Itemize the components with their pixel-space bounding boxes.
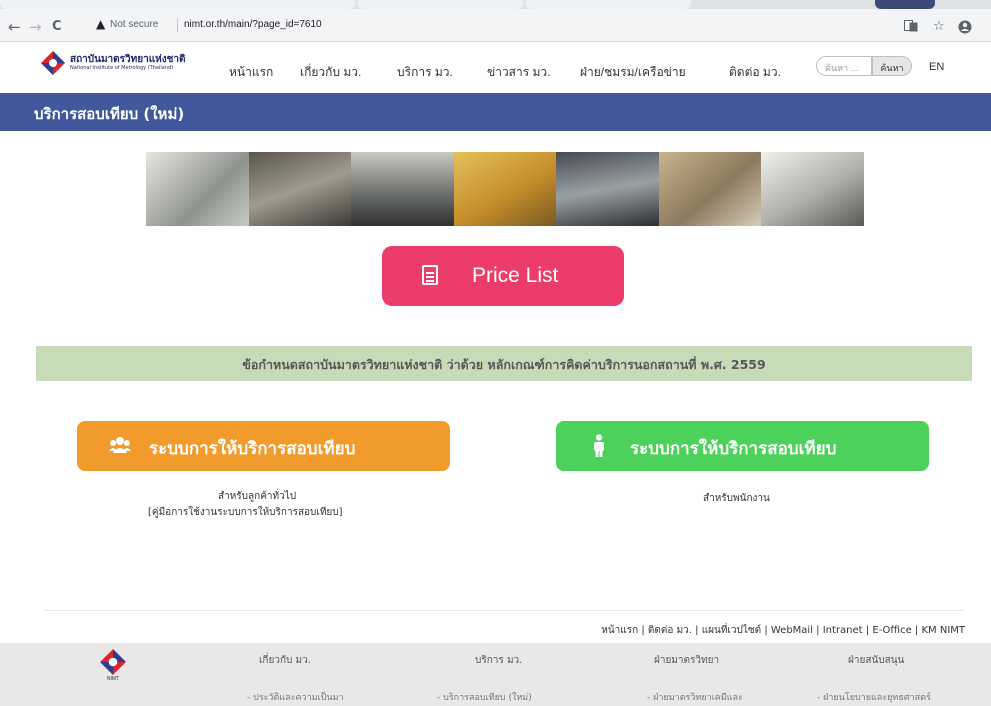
warning-icon: ▲ — [96, 17, 106, 31]
staff-calibration-label: ระบบการให้บริการสอบเทียบ — [630, 439, 837, 459]
nav-item-news[interactable]: ข่าวสาร มว. — [487, 63, 551, 82]
person-icon — [594, 434, 604, 457]
tab-strip — [0, 0, 991, 9]
logo-emblem-icon — [100, 649, 126, 675]
footer-link-eoffice[interactable]: E-Office — [872, 625, 911, 636]
announcement-banner[interactable]: ข้อกำหนดสถาบันมาตรวิทยาแห่งชาติ ว่าด้วย … — [36, 346, 972, 381]
language-switch[interactable]: EN — [929, 61, 944, 73]
divider — [177, 18, 178, 32]
staff-caption: สำหรับพนักงาน — [703, 493, 770, 504]
footer-link-calibration[interactable]: - บริการสอบเทียบ (ใหม่) — [437, 690, 532, 704]
price-list-label: Price List — [472, 264, 559, 287]
footer-link-chem-metrology[interactable]: - ฝ่ายมาตรวิทยาเคมีและ — [647, 690, 743, 704]
footer-heading-services: บริการ มว. — [475, 655, 523, 666]
reload-icon[interactable]: C — [52, 18, 62, 36]
footer-link-km[interactable]: KM NIMT — [921, 625, 965, 636]
logo-english-name: National Institute of Metrology (Thailan… — [70, 65, 174, 71]
staff-calibration-button[interactable]: ระบบการให้บริการสอบเทียบ — [556, 421, 929, 471]
address-bar[interactable]: ▲ Not secure nimt.or.th/main/?page_id=76… — [88, 14, 888, 38]
browser-toolbar: ← → C ▲ Not secure nimt.or.th/main/?page… — [0, 0, 991, 42]
site-logo[interactable]: สถาบันมาตรวิทยาแห่งชาติ National Institu… — [40, 50, 210, 76]
footer-links: หน้าแรก | ติดต่อ มว. | แผนที่เวปไซต์ | W… — [601, 625, 965, 636]
search-input[interactable]: ค้นหา ... — [816, 56, 872, 76]
nav-item-about[interactable]: เกี่ยวกับ มว. — [300, 63, 361, 82]
footer-heading-support: ฝ่ายสนับสนุน — [848, 655, 905, 666]
customer-caption: สำหรับลูกค้าทั่วไป — [218, 491, 297, 502]
url-text[interactable]: nimt.or.th/main/?page_id=7610 — [184, 19, 322, 30]
browser-tab[interactable] — [875, 0, 935, 9]
browser-tab[interactable] — [0, 0, 355, 9]
document-icon — [422, 265, 438, 285]
footer-link-history[interactable]: - ประวัติและความเป็นมา — [247, 690, 344, 704]
logo-emblem-icon — [41, 51, 65, 75]
footer-link-policy[interactable]: - ฝ่ายนโยบายและยุทธศาสตร์ — [817, 690, 931, 704]
back-icon[interactable]: ← — [8, 18, 21, 36]
announcement-text[interactable]: ข้อกำหนดสถาบันมาตรวิทยาแห่งชาติ ว่าด้วย … — [36, 355, 972, 375]
forward-icon[interactable]: → — [29, 18, 42, 36]
nav-item-home[interactable]: หน้าแรก — [229, 63, 273, 82]
nav-item-services[interactable]: บริการ มว. — [397, 63, 453, 82]
page-title: บริการสอบเทียบ (ใหม่) — [34, 105, 185, 123]
footer-logo[interactable]: NIMT — [99, 648, 127, 684]
users-icon — [109, 437, 131, 453]
browser-tab[interactable] — [358, 0, 523, 9]
divider — [44, 610, 964, 611]
security-label: Not secure — [110, 19, 159, 30]
customer-calibration-label: ระบบการให้บริการสอบเทียบ — [149, 439, 356, 459]
customer-calibration-button[interactable]: ระบบการให้บริการสอบเทียบ — [77, 421, 450, 471]
nav-item-departments[interactable]: ฝ่าย/ชมรม/เครือข่าย — [580, 63, 686, 82]
star-icon[interactable]: ☆ — [933, 20, 945, 34]
browser-tab[interactable] — [526, 0, 691, 9]
price-list-button[interactable]: Price List — [382, 246, 624, 306]
footer-link-sitemap[interactable]: แผนที่เวปไซต์ — [702, 625, 761, 636]
page-title-bar: บริการสอบเทียบ (ใหม่) — [0, 93, 991, 131]
nav-item-contact[interactable]: ติดต่อ มว. — [729, 63, 781, 82]
footer-link-contact[interactable]: ติดต่อ มว. — [648, 625, 692, 636]
user-manual-link[interactable]: [คู่มือการใช้งานระบบการให้บริการสอบเทียบ… — [148, 505, 343, 520]
footer-heading-metrology: ฝ่ายมาตรวิทยา — [654, 655, 720, 666]
footer-link-intranet[interactable]: Intranet — [823, 625, 863, 636]
translate-icon[interactable] — [904, 20, 918, 36]
footer-logo-text: NIMT — [106, 676, 120, 682]
search-button[interactable]: ค้นหา — [872, 56, 912, 76]
profile-icon[interactable] — [958, 20, 972, 38]
footer-link-webmail[interactable]: WebMail — [771, 625, 813, 636]
footer-link-home[interactable]: หน้าแรก — [601, 625, 638, 636]
banner-image — [146, 152, 865, 226]
footer-heading-about: เกี่ยวกับ มว. — [259, 655, 311, 666]
